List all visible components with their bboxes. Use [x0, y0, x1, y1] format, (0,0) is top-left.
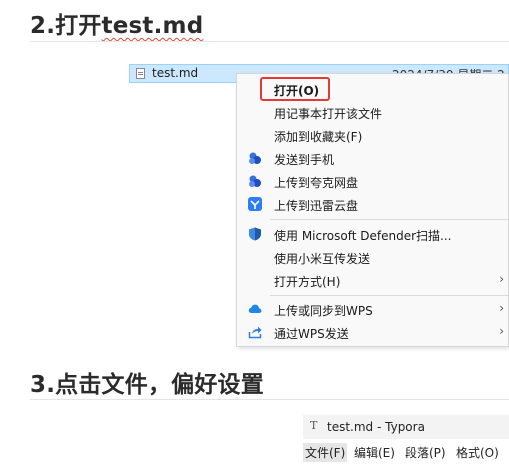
- xunlei-icon: [248, 197, 262, 211]
- menu-item-upload-quark[interactable]: 上传到夸克网盘: [237, 170, 508, 193]
- heading-divider: [30, 399, 509, 400]
- wps-cloud-icon: [248, 304, 262, 313]
- menu-item-label: 使用 Microsoft Defender扫描...: [274, 229, 452, 243]
- window-title: test.md - Typora: [327, 420, 425, 434]
- menu-separator: [270, 295, 508, 296]
- share-icon: [248, 326, 262, 339]
- menu-format[interactable]: 格式(O): [456, 444, 499, 461]
- menu-item-add-favorites[interactable]: 添加到收藏夹(F): [237, 124, 508, 147]
- heading-divider: [30, 41, 509, 42]
- menu-file[interactable]: 文件(F): [303, 443, 348, 462]
- typora-app-icon: T: [310, 419, 318, 432]
- menu-item-defender-scan[interactable]: 使用 Microsoft Defender扫描...: [237, 223, 508, 246]
- text-file-icon: [136, 68, 145, 79]
- file-name: test.md: [152, 66, 199, 80]
- context-menu: 打开(O) 用记事本打开该文件 添加到收藏夹(F) 发送到手机 上传到夸克网盘 …: [236, 73, 509, 347]
- highlight-box: [260, 77, 330, 101]
- menu-item-open-notepad[interactable]: 用记事本打开该文件: [237, 101, 508, 124]
- menu-item-open-with[interactable]: 打开方式(H) ›: [237, 269, 508, 292]
- menu-item-send-to-phone[interactable]: 发送到手机: [237, 147, 508, 170]
- step-2-heading-filename: test.md: [101, 13, 204, 39]
- menu-item-xiaomi-share[interactable]: 使用小米互传发送: [237, 246, 508, 269]
- menu-separator: [270, 219, 508, 220]
- menu-item-label: 使用小米互传发送: [274, 252, 371, 266]
- chevron-right-icon: ›: [499, 272, 504, 286]
- menu-item-label: 发送到手机: [274, 153, 335, 167]
- menu-item-wps-send[interactable]: 通过WPS发送 ›: [237, 321, 508, 344]
- chevron-right-icon: ›: [499, 301, 504, 315]
- defender-shield-icon: [249, 227, 261, 241]
- chevron-right-icon: ›: [499, 324, 504, 338]
- step-2-heading: 2.打开test.md: [30, 6, 203, 40]
- cloud-send-icon: [249, 152, 261, 164]
- menu-item-label: 添加到收藏夹(F): [274, 130, 363, 144]
- menu-item-wps-sync[interactable]: 上传或同步到WPS ›: [237, 298, 508, 321]
- menu-item-label: 上传或同步到WPS: [274, 304, 373, 318]
- quark-cloud-icon: [249, 175, 261, 187]
- menu-item-label: 通过WPS发送: [274, 327, 349, 341]
- menu-item-label: 打开方式(H): [274, 275, 341, 289]
- menu-item-label: 用记事本打开该文件: [274, 107, 383, 121]
- menu-item-label: 上传到迅雷云盘: [274, 199, 359, 213]
- menu-edit[interactable]: 编辑(E): [354, 444, 395, 461]
- menu-item-label: 上传到夸克网盘: [274, 176, 359, 190]
- typora-window: T test.md - Typora 文件(F) 编辑(E) 段落(P) 格式(…: [303, 415, 509, 469]
- title-bar: T test.md - Typora: [303, 415, 509, 439]
- step-2-heading-prefix: 2.打开: [30, 13, 102, 39]
- menu-paragraph[interactable]: 段落(P): [405, 444, 446, 461]
- menu-item-upload-xunlei[interactable]: 上传到迅雷云盘: [237, 193, 508, 216]
- step-3-heading: 3.点击文件，偏好设置: [30, 372, 264, 398]
- menu-bar: 文件(F) 编辑(E) 段落(P) 格式(O): [303, 441, 509, 463]
